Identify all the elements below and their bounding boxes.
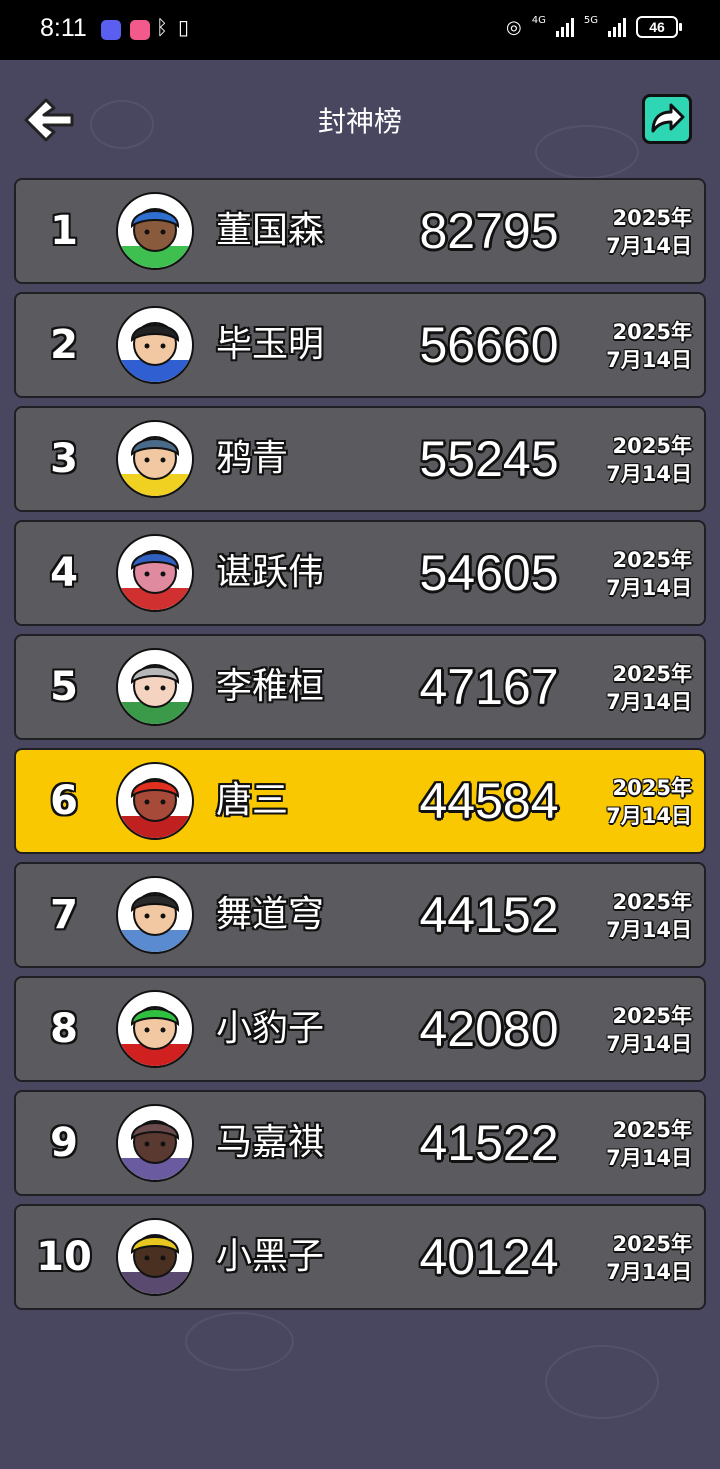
player-score: 47167 <box>419 659 559 715</box>
share-icon <box>651 103 685 133</box>
record-date-day: 7月14日 <box>606 1146 692 1170</box>
player-name: 毕玉明 <box>216 324 325 365</box>
network-type-1: 4G <box>531 15 546 26</box>
record-date: 2025年 7月14日 <box>592 660 692 716</box>
leaderboard-row: 10 小黑子 40124 2025年 7月14日 <box>14 1204 706 1310</box>
rank-number: 6 <box>50 778 78 824</box>
player-name: 李稚桓 <box>216 666 325 707</box>
player-score: 56660 <box>419 317 559 373</box>
rank-number: 8 <box>50 1006 78 1052</box>
bluetooth-icon: ᛒ <box>156 15 168 39</box>
player-name: 马嘉祺 <box>216 1122 325 1163</box>
player-avatar <box>116 1218 194 1296</box>
record-date: 2025年 7月14日 <box>592 432 692 488</box>
leaderboard-row: 9 马嘉祺 41522 2025年 7月14日 <box>14 1090 706 1196</box>
record-date: 2025年 7月14日 <box>592 546 692 602</box>
status-indicators: ◎ 4G 5G 46 <box>506 15 682 38</box>
record-date-day: 7月14日 <box>606 576 692 600</box>
record-date-year: 2025年 <box>612 1232 692 1256</box>
status-bar: 8:11 ᛒ ▯ ◎ 4G 5G 46 <box>0 0 720 60</box>
vibrate-icon: ▯ <box>178 15 190 39</box>
rank-number: 10 <box>36 1234 92 1280</box>
record-date: 2025年 7月14日 <box>592 1116 692 1172</box>
rank-number: 2 <box>50 322 78 368</box>
record-date-day: 7月14日 <box>606 918 692 942</box>
record-date-day: 7月14日 <box>606 690 692 714</box>
leaderboard-list: 1 董国森 82795 2025年 7月14日 2 毕玉明 56660 2025… <box>14 178 706 1318</box>
page-title: 封神榜 <box>317 105 402 138</box>
record-date-day: 7月14日 <box>606 1032 692 1056</box>
record-date-day: 7月14日 <box>606 462 692 486</box>
record-date-year: 2025年 <box>612 1004 692 1028</box>
player-name: 董国森 <box>216 210 325 251</box>
player-score: 44584 <box>419 773 559 829</box>
player-avatar <box>116 192 194 270</box>
rank-number: 4 <box>50 550 78 596</box>
leaderboard-row: 1 董国森 82795 2025年 7月14日 <box>14 178 706 284</box>
record-date-year: 2025年 <box>612 1118 692 1142</box>
leaderboard-row: 4 谌跃伟 54605 2025年 7月14日 <box>14 520 706 626</box>
network-type-2: 5G <box>583 15 598 26</box>
share-button[interactable] <box>642 94 692 144</box>
record-date-day: 7月14日 <box>606 348 692 372</box>
signal-icon <box>608 17 626 37</box>
player-avatar <box>116 762 194 840</box>
record-date: 2025年 7月14日 <box>592 888 692 944</box>
leaderboard-row: 7 舞道穹 44152 2025年 7月14日 <box>14 862 706 968</box>
hotspot-icon: ◎ <box>506 16 522 38</box>
player-score: 54605 <box>419 545 559 601</box>
player-name: 唐三 <box>216 780 289 821</box>
cloud-decoration <box>185 1312 294 1371</box>
notification-app-icon <box>130 20 150 40</box>
cloud-decoration <box>545 1345 659 1419</box>
player-score: 42080 <box>419 1001 559 1057</box>
leaderboard-row: 8 小豹子 42080 2025年 7月14日 <box>14 976 706 1082</box>
player-score: 82795 <box>419 203 559 259</box>
player-score: 41522 <box>419 1115 559 1171</box>
leaderboard-row: 5 李稚桓 47167 2025年 7月14日 <box>14 634 706 740</box>
player-avatar <box>116 876 194 954</box>
rank-number: 5 <box>50 664 78 710</box>
player-avatar <box>116 1104 194 1182</box>
rank-number: 1 <box>50 208 78 254</box>
record-date: 2025年 7月14日 <box>592 318 692 374</box>
player-avatar <box>116 648 194 726</box>
player-name: 鸦青 <box>216 438 289 479</box>
player-name: 谌跃伟 <box>216 552 325 593</box>
record-date: 2025年 7月14日 <box>592 774 692 830</box>
player-avatar <box>116 420 194 498</box>
notification-app-icon <box>101 20 121 40</box>
signal-icon <box>555 17 574 37</box>
record-date-year: 2025年 <box>612 890 692 914</box>
record-date-year: 2025年 <box>612 548 692 572</box>
player-avatar <box>116 990 194 1068</box>
record-date-day: 7月14日 <box>606 234 692 258</box>
player-score: 40124 <box>419 1229 559 1285</box>
player-name: 小豹子 <box>216 1008 325 1049</box>
player-score: 55245 <box>419 431 559 487</box>
player-name: 舞道穹 <box>216 894 325 935</box>
player-score: 44152 <box>419 887 559 943</box>
record-date-day: 7月14日 <box>606 804 692 828</box>
player-avatar <box>116 534 194 612</box>
leaderboard-row: 3 鸦青 55245 2025年 7月14日 <box>14 406 706 512</box>
record-date-year: 2025年 <box>612 776 692 800</box>
record-date: 2025年 7月14日 <box>592 1002 692 1058</box>
player-name: 小黑子 <box>216 1236 325 1277</box>
record-date: 2025年 7月14日 <box>592 1230 692 1286</box>
record-date-year: 2025年 <box>612 206 692 230</box>
player-avatar <box>116 306 194 384</box>
rank-number: 7 <box>50 892 78 938</box>
status-time: 8:11 <box>40 14 87 42</box>
record-date-year: 2025年 <box>612 662 692 686</box>
leaderboard-row-current-player: 6 唐三 44584 2025年 7月14日 <box>14 748 706 854</box>
record-date: 2025年 7月14日 <box>592 204 692 260</box>
record-date-year: 2025年 <box>612 320 692 344</box>
battery-icon: 46 <box>636 16 682 38</box>
record-date-year: 2025年 <box>612 434 692 458</box>
rank-number: 3 <box>50 436 78 482</box>
record-date-day: 7月14日 <box>606 1260 692 1284</box>
leaderboard-row: 2 毕玉明 56660 2025年 7月14日 <box>14 292 706 398</box>
rank-number: 9 <box>50 1120 78 1166</box>
